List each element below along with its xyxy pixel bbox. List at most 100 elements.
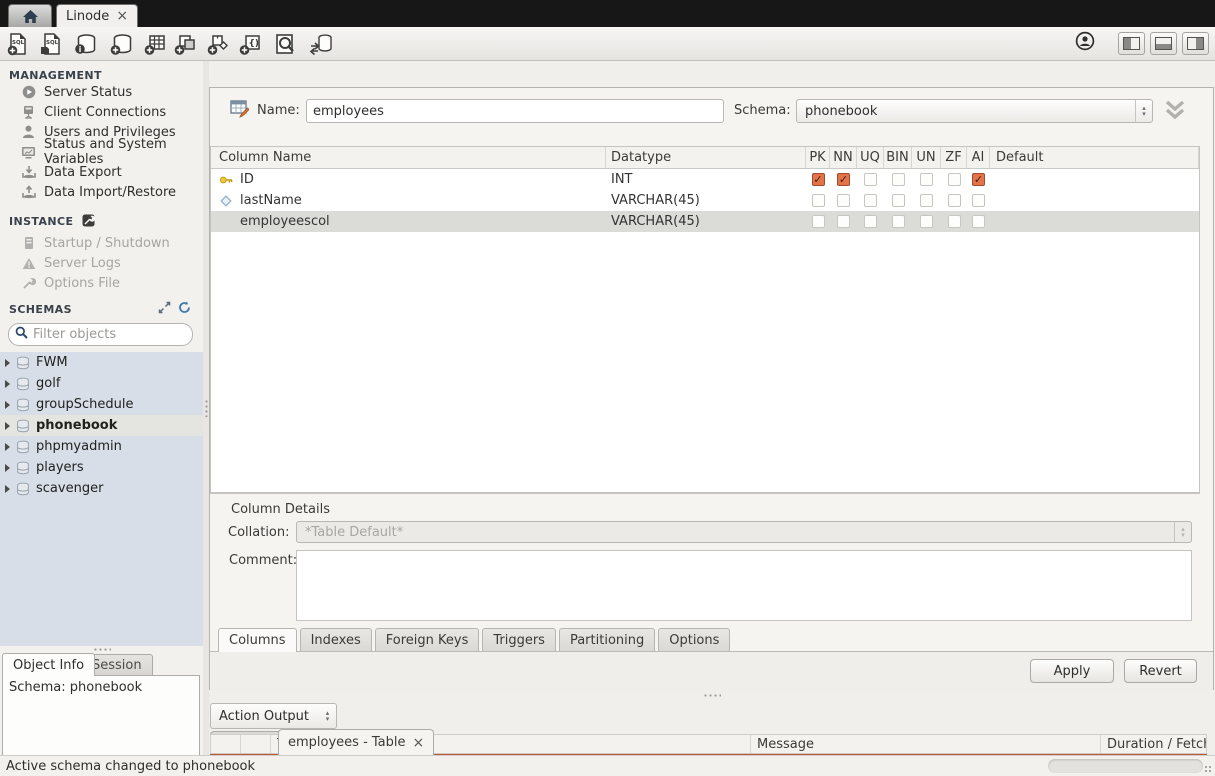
header-datatype[interactable]: Datatype [606, 147, 806, 168]
toggle-left-panel-button[interactable] [1118, 32, 1145, 55]
header-default[interactable]: Default [990, 147, 1199, 168]
datatype-cell[interactable]: VARCHAR(45) [606, 193, 806, 208]
sidebar-item-server-logs[interactable]: Server Logs [0, 253, 203, 273]
schema-row-phonebook[interactable]: phonebook [0, 415, 203, 436]
schema-row-phpmyadmin[interactable]: phpmyadmin [0, 436, 203, 457]
checkbox-pk[interactable] [812, 173, 825, 186]
checkbox-bin[interactable] [892, 194, 905, 207]
new-sql-tab-icon[interactable]: SQL [5, 31, 31, 57]
checkbox-uq[interactable] [864, 173, 877, 186]
expand-header-chevrons-icon[interactable] [1162, 98, 1188, 126]
header-uq[interactable]: UQ [857, 147, 884, 168]
sidebar-item-client-connections[interactable]: Client Connections [0, 102, 203, 122]
revert-button[interactable]: Revert [1124, 659, 1197, 683]
sidebar-item-options-file[interactable]: Options File [0, 273, 203, 293]
datatype-cell[interactable]: VARCHAR(45) [606, 214, 806, 229]
comment-textarea[interactable] [296, 550, 1192, 621]
stepper-icon[interactable] [319, 704, 336, 728]
sidebar-horizontal-splitter[interactable] [0, 646, 203, 653]
create-function-icon[interactable]: {) [237, 31, 263, 57]
checkbox-zf[interactable] [948, 173, 961, 186]
resize-grip-icon[interactable] [1204, 765, 1213, 774]
close-icon[interactable]: × [413, 736, 425, 750]
reconnect-dbms-icon[interactable] [308, 31, 334, 57]
checkbox-zf[interactable] [948, 194, 961, 207]
table-name-input[interactable] [306, 99, 724, 123]
expand-arrow-icon[interactable] [5, 359, 10, 367]
create-table-icon[interactable] [142, 31, 168, 57]
home-tab[interactable] [8, 4, 52, 27]
checkbox-ai[interactable] [972, 173, 985, 186]
tab-indexes[interactable]: Indexes [300, 628, 372, 651]
output-splitter[interactable] [209, 690, 1215, 701]
schema-select[interactable]: phonebook [796, 99, 1153, 123]
checkbox-pk[interactable] [812, 194, 825, 207]
expand-arrow-icon[interactable] [5, 401, 10, 409]
header-zf[interactable]: ZF [941, 147, 967, 168]
checkbox-pk[interactable] [812, 215, 825, 228]
tab-employees-table[interactable]: employees - Table × [278, 729, 434, 755]
schema-row-fwm[interactable]: FWM [0, 352, 203, 373]
header-duration[interactable]: Duration / Fetch [1101, 735, 1206, 753]
connection-tab[interactable]: Linode × [56, 4, 138, 27]
stepper-icon[interactable] [1135, 100, 1152, 122]
expand-schemas-icon[interactable] [158, 301, 171, 318]
expand-arrow-icon[interactable] [5, 443, 10, 451]
close-icon[interactable]: × [116, 9, 128, 23]
header-ai[interactable]: AI [967, 147, 990, 168]
account-icon[interactable] [1075, 31, 1095, 55]
expand-arrow-icon[interactable] [5, 485, 10, 493]
tab-foreign-keys[interactable]: Foreign Keys [375, 628, 480, 651]
schema-row-scavenger[interactable]: scavenger [0, 478, 203, 499]
tab-triggers[interactable]: Triggers [482, 628, 556, 651]
checkbox-un[interactable] [920, 215, 933, 228]
header-column-name[interactable]: Column Name [211, 147, 606, 168]
collation-select[interactable]: *Table Default* [296, 521, 1192, 543]
schema-row-players[interactable]: players [0, 457, 203, 478]
header-un[interactable]: UN [912, 147, 941, 168]
checkbox-nn[interactable] [837, 194, 850, 207]
checkbox-ai[interactable] [972, 215, 985, 228]
create-procedure-icon[interactable] [205, 31, 231, 57]
expand-arrow-icon[interactable] [5, 380, 10, 388]
apply-button[interactable]: Apply [1030, 659, 1114, 683]
checkbox-nn[interactable] [837, 173, 850, 186]
sidebar-item-data-export[interactable]: Data Export [0, 162, 203, 182]
tab-object-info[interactable]: Object Info [2, 653, 95, 676]
expand-arrow-icon[interactable] [5, 422, 10, 430]
checkbox-bin[interactable] [892, 173, 905, 186]
sidebar-item-startup-shutdown[interactable]: Startup / Shutdown [0, 233, 203, 253]
checkbox-zf[interactable] [948, 215, 961, 228]
checkbox-uq[interactable] [864, 215, 877, 228]
checkbox-un[interactable] [920, 173, 933, 186]
search-table-data-icon[interactable] [272, 31, 298, 57]
refresh-schemas-icon[interactable] [178, 301, 191, 318]
sidebar-item-server-status[interactable]: Server Status [0, 82, 203, 102]
tab-columns[interactable]: Columns [218, 628, 297, 652]
open-sql-script-icon[interactable]: SQL [38, 31, 64, 57]
checkbox-bin[interactable] [892, 215, 905, 228]
schema-row-groupschedule[interactable]: groupSchedule [0, 394, 203, 415]
schema-row-golf[interactable]: golf [0, 373, 203, 394]
tab-partitioning[interactable]: Partitioning [559, 628, 655, 651]
checkbox-un[interactable] [920, 194, 933, 207]
checkbox-nn[interactable] [837, 215, 850, 228]
schema-filter-box[interactable] [8, 323, 193, 346]
output-selector[interactable]: Action Output [210, 703, 337, 729]
column-row-lastname[interactable]: lastName VARCHAR(45) [211, 190, 1199, 211]
checkbox-ai[interactable] [972, 194, 985, 207]
schema-inspector-icon[interactable]: i [72, 31, 98, 57]
sidebar-item-status-system-variables[interactable]: Status and System Variables [0, 142, 203, 162]
header-message[interactable]: Message [751, 735, 1101, 753]
create-schema-icon[interactable] [108, 31, 134, 57]
create-view-icon[interactable] [172, 31, 198, 57]
checkbox-uq[interactable] [864, 194, 877, 207]
toggle-right-panel-button[interactable] [1182, 32, 1209, 55]
schema-filter-input[interactable] [33, 327, 184, 342]
column-row-employeescol[interactable]: employeescol VARCHAR(45) [211, 211, 1199, 232]
column-row-id[interactable]: ID INT [211, 169, 1199, 190]
expand-arrow-icon[interactable] [5, 464, 10, 472]
tab-options[interactable]: Options [658, 628, 730, 651]
datatype-cell[interactable]: INT [606, 172, 806, 187]
toggle-bottom-panel-button[interactable] [1150, 32, 1177, 55]
